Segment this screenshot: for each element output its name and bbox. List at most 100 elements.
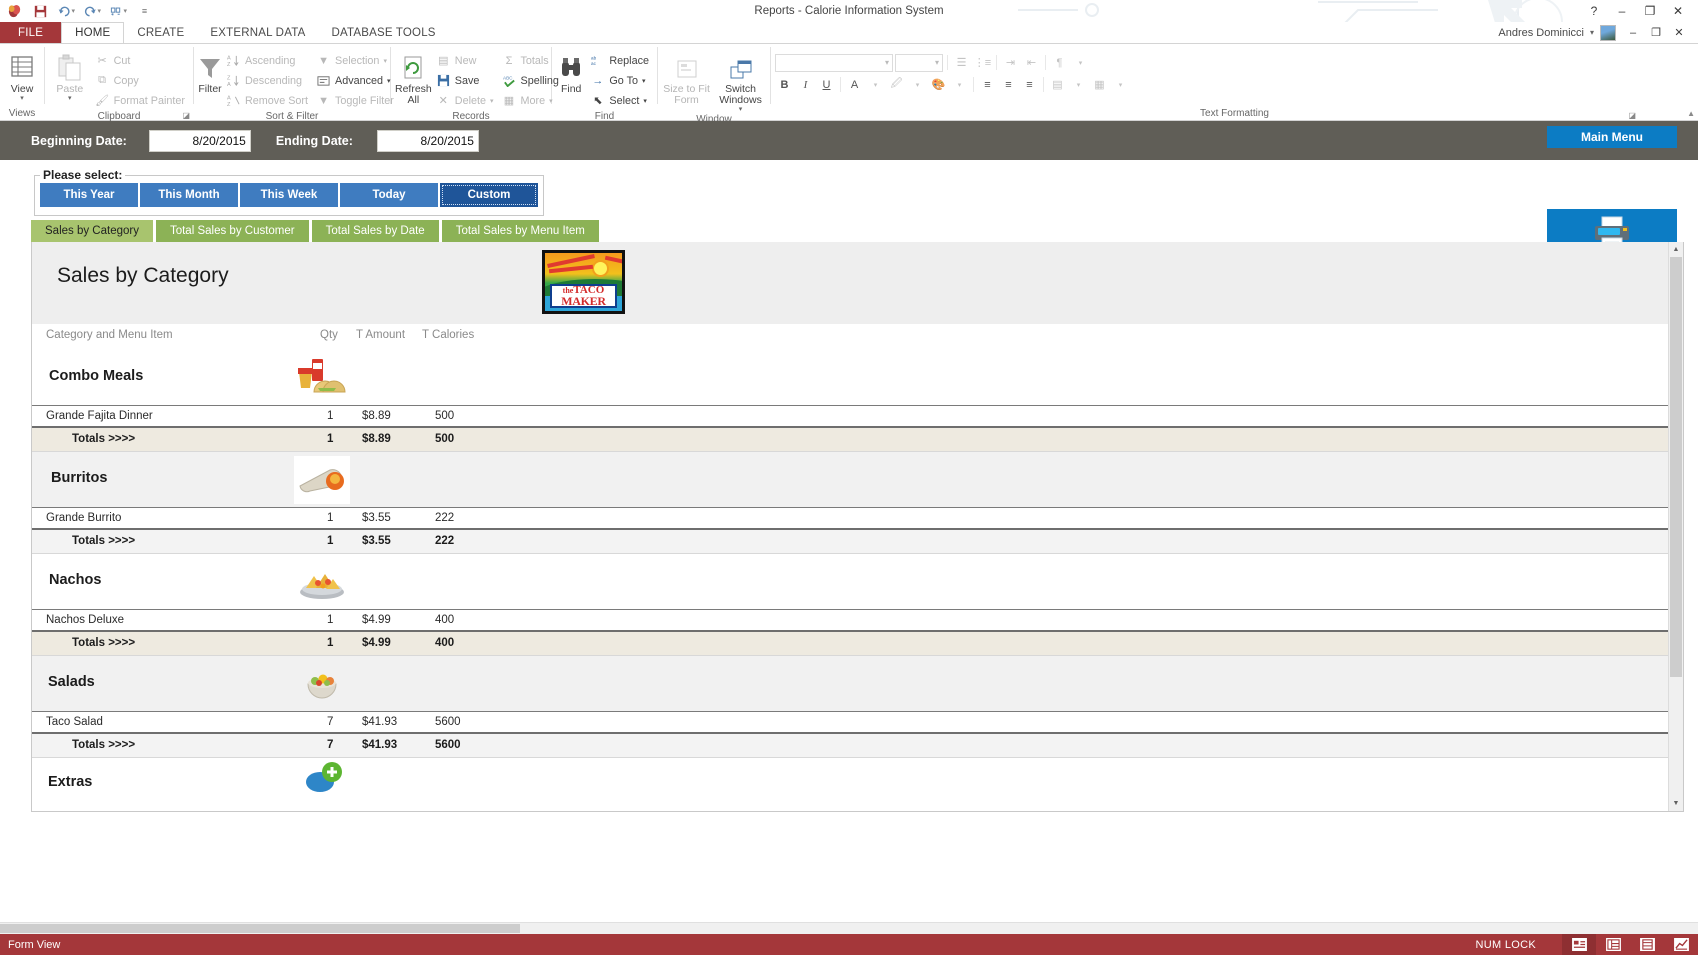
tab-home[interactable]: HOME	[61, 22, 125, 43]
highlight-color-icon[interactable]: 🖉	[887, 75, 906, 94]
quick-access-toolbar[interactable]: ▾ ▾ ▾ ≡	[0, 0, 153, 22]
remove-sort-button[interactable]: AZ Remove Sort	[222, 91, 312, 110]
scroll-thumb[interactable]	[1670, 257, 1682, 677]
range-button-custom[interactable]: Custom	[440, 183, 538, 207]
fill-color-icon[interactable]: 🎨	[929, 75, 948, 94]
ribbon-tab-strip[interactable]: FILE HOME CREATE EXTERNAL DATA DATABASE …	[0, 22, 1698, 43]
customize-quick-access-icon[interactable]: ▾	[110, 3, 127, 20]
layout-view-button[interactable]	[1596, 934, 1630, 955]
new-record-button[interactable]: ▤ New	[432, 51, 498, 70]
find-button[interactable]: Find	[556, 49, 586, 95]
report-tab-total-sales-by-date[interactable]: Total Sales by Date	[311, 220, 439, 242]
help-button[interactable]: ?	[1581, 1, 1607, 21]
align-left-icon[interactable]: ≡	[978, 75, 997, 94]
gridlines-caret-icon[interactable]: ▾	[1069, 75, 1088, 94]
descending-button[interactable]: ZA Descending	[222, 71, 312, 90]
italic-button[interactable]: I	[796, 75, 815, 94]
scroll-down-arrow-icon[interactable]: ▼	[1669, 796, 1683, 811]
refresh-all-button[interactable]: Refresh All	[395, 49, 432, 106]
selection-button[interactable]: ▼ Selection ▾	[312, 51, 398, 70]
tab-file[interactable]: FILE	[0, 22, 62, 43]
doc-restore-button[interactable]: ❐	[1645, 24, 1667, 42]
user-name-label[interactable]: Andres Dominicci	[1498, 27, 1584, 39]
font-color-caret-icon[interactable]: ▾	[866, 75, 885, 94]
selection-caret-icon[interactable]: ▾	[383, 57, 387, 65]
alternate-row-color-icon[interactable]: ▦	[1090, 75, 1109, 94]
range-button-today[interactable]: Today	[340, 183, 438, 207]
alternate-row-caret-icon[interactable]: ▾	[1111, 75, 1130, 94]
report-view-button[interactable]	[1664, 934, 1698, 955]
form-horizontal-scrollbar[interactable]	[0, 922, 1698, 934]
text-formatting-dialog-launcher[interactable]: ◪	[1628, 111, 1636, 120]
range-button-this-week[interactable]: This Week	[240, 183, 338, 207]
bold-button[interactable]: B	[775, 75, 794, 94]
toggle-filter-button[interactable]: ▼ Toggle Filter	[312, 91, 398, 110]
scroll-up-arrow-icon[interactable]: ▲	[1669, 242, 1683, 257]
highlight-caret-icon[interactable]: ▾	[908, 75, 927, 94]
save-icon[interactable]	[32, 3, 49, 20]
tab-create[interactable]: CREATE	[124, 22, 197, 43]
switch-windows-button[interactable]: Switch Windows ▾	[715, 49, 766, 113]
report-tab-sales-by-category[interactable]: Sales by Category	[31, 220, 153, 242]
numbered-list-icon[interactable]: ⋮≡	[973, 53, 992, 72]
delete-caret-icon[interactable]: ▾	[490, 97, 494, 105]
range-button-this-month[interactable]: This Month	[140, 183, 238, 207]
format-painter-button[interactable]: 🖌 Format Painter	[91, 91, 189, 110]
main-menu-button[interactable]: Main Menu	[1547, 126, 1677, 148]
size-to-fit-form-button[interactable]: Size to Fit Form	[662, 49, 711, 106]
bulleted-list-icon[interactable]: ☰	[952, 53, 971, 72]
paste-caret-icon[interactable]: ▾	[68, 95, 72, 102]
paste-button[interactable]: Paste ▾	[49, 49, 91, 102]
save-record-button[interactable]: Save	[432, 71, 498, 90]
ribbon-collapse-icon[interactable]: ▲	[1687, 109, 1695, 118]
ending-date-input[interactable]: 8/20/2015	[376, 129, 479, 152]
hscroll-thumb[interactable]	[0, 924, 520, 933]
select-button[interactable]: ⬉ Select ▾	[586, 91, 653, 110]
increase-indent-icon[interactable]: ⇤	[1022, 53, 1041, 72]
advanced-button[interactable]: Advanced ▾	[312, 71, 398, 90]
go-to-button[interactable]: → Go To ▾	[586, 71, 653, 90]
redo-icon[interactable]: ▾	[84, 3, 101, 20]
filter-button[interactable]: Filter	[198, 49, 222, 95]
font-family-combo[interactable]: ▾	[775, 53, 893, 72]
tab-external-data[interactable]: EXTERNAL DATA	[197, 22, 318, 43]
underline-button[interactable]: U	[817, 75, 836, 94]
report-tab-total-sales-by-customer[interactable]: Total Sales by Customer	[155, 220, 309, 242]
select-caret-icon[interactable]: ▾	[643, 97, 647, 105]
tab-database-tools[interactable]: DATABASE TOOLS	[318, 22, 448, 43]
text-direction-caret-icon[interactable]: ▾	[1071, 53, 1090, 72]
minimize-button[interactable]: –	[1609, 1, 1635, 21]
avatar[interactable]	[1600, 24, 1616, 41]
text-direction-icon[interactable]: ¶	[1050, 53, 1069, 72]
fill-caret-icon[interactable]: ▾	[950, 75, 969, 94]
qat-overflow-icon[interactable]: ≡	[136, 3, 153, 20]
beginning-date-input[interactable]: 8/20/2015	[148, 129, 251, 152]
user-dropdown-icon[interactable]: ▾	[1590, 28, 1594, 37]
report-tab-strip[interactable]: Sales by Category Total Sales by Custome…	[0, 220, 1698, 242]
replace-button[interactable]: ab ac Replace	[586, 51, 653, 70]
design-view-button[interactable]	[1630, 934, 1664, 955]
align-right-icon[interactable]: ≡	[1020, 75, 1039, 94]
clipboard-dialog-launcher[interactable]: ◪	[182, 111, 190, 120]
align-center-icon[interactable]: ≡	[999, 75, 1018, 94]
doc-minimize-button[interactable]: –	[1622, 24, 1644, 42]
go-to-caret-icon[interactable]: ▾	[642, 77, 646, 85]
cut-button[interactable]: ✂ Cut	[91, 51, 189, 70]
font-color-icon[interactable]: A	[845, 75, 864, 94]
font-size-combo[interactable]: ▾	[895, 53, 943, 72]
gridlines-icon[interactable]: ▤	[1048, 75, 1067, 94]
view-caret-icon[interactable]: ▾	[20, 95, 24, 102]
report-tab-total-sales-by-menu-item[interactable]: Total Sales by Menu Item	[441, 220, 599, 242]
view-button[interactable]: View ▾	[4, 49, 40, 102]
range-button-this-year[interactable]: This Year	[40, 183, 138, 207]
delete-record-button[interactable]: ✕ Delete ▾	[432, 91, 498, 110]
switch-windows-caret-icon[interactable]: ▾	[739, 106, 743, 113]
copy-button[interactable]: ⧉ Copy	[91, 71, 189, 90]
ascending-button[interactable]: AZ Ascending	[222, 51, 312, 70]
form-view-button[interactable]	[1562, 934, 1596, 955]
close-button[interactable]: ✕	[1665, 1, 1691, 21]
report-vertical-scrollbar[interactable]: ▲ ▼	[1668, 242, 1683, 811]
restore-button[interactable]: ❐	[1637, 1, 1663, 21]
undo-icon[interactable]: ▾	[58, 3, 75, 20]
doc-close-button[interactable]: ✕	[1668, 24, 1690, 42]
